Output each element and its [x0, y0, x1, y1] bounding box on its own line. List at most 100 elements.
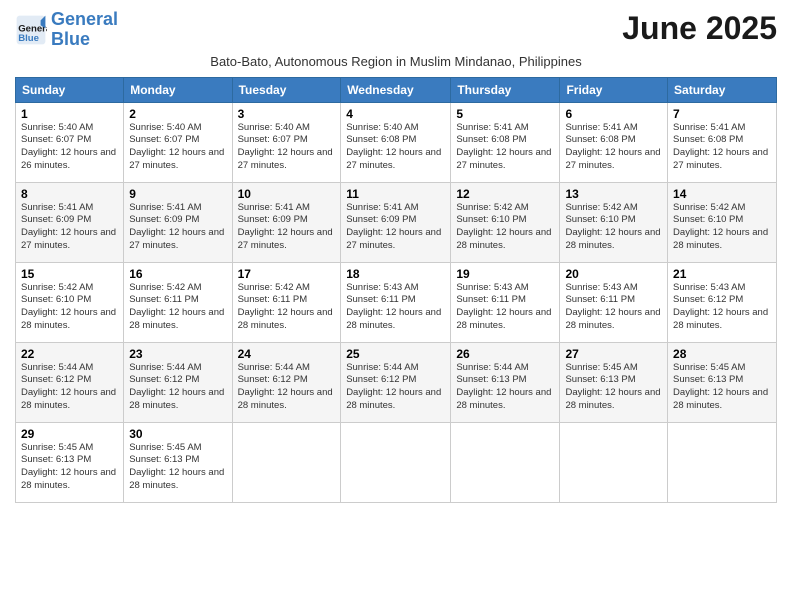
day-number: 24: [238, 347, 336, 361]
day-number: 7: [673, 107, 771, 121]
logo: General Blue General Blue: [15, 10, 118, 50]
day-info: Sunrise: 5:40 AM Sunset: 6:07 PM Dayligh…: [21, 122, 118, 173]
day-number: 28: [673, 347, 771, 361]
day-number: 12: [456, 187, 554, 201]
table-row: 5 Sunrise: 5:41 AM Sunset: 6:08 PM Dayli…: [451, 102, 560, 182]
day-number: 23: [129, 347, 226, 361]
day-info: Sunrise: 5:41 AM Sunset: 6:09 PM Dayligh…: [129, 202, 226, 253]
table-row: 15 Sunrise: 5:42 AM Sunset: 6:10 PM Dayl…: [16, 262, 124, 342]
day-number: 27: [565, 347, 662, 361]
table-row: 29 Sunrise: 5:45 AM Sunset: 6:13 PM Dayl…: [16, 422, 124, 502]
table-row: 18 Sunrise: 5:43 AM Sunset: 6:11 PM Dayl…: [341, 262, 451, 342]
table-row: 25 Sunrise: 5:44 AM Sunset: 6:12 PM Dayl…: [341, 342, 451, 422]
table-row: [451, 422, 560, 502]
day-info: Sunrise: 5:45 AM Sunset: 6:13 PM Dayligh…: [129, 442, 226, 493]
day-info: Sunrise: 5:41 AM Sunset: 6:09 PM Dayligh…: [21, 202, 118, 253]
col-wednesday: Wednesday: [341, 77, 451, 102]
day-number: 20: [565, 267, 662, 281]
table-row: 2 Sunrise: 5:40 AM Sunset: 6:07 PM Dayli…: [124, 102, 232, 182]
table-row: 9 Sunrise: 5:41 AM Sunset: 6:09 PM Dayli…: [124, 182, 232, 262]
day-number: 6: [565, 107, 662, 121]
day-info: Sunrise: 5:41 AM Sunset: 6:09 PM Dayligh…: [346, 202, 445, 253]
day-info: Sunrise: 5:40 AM Sunset: 6:07 PM Dayligh…: [238, 122, 336, 173]
logo-blue: Blue: [51, 29, 90, 49]
day-info: Sunrise: 5:44 AM Sunset: 6:12 PM Dayligh…: [21, 362, 118, 413]
subtitle: Bato-Bato, Autonomous Region in Muslim M…: [15, 54, 777, 69]
day-info: Sunrise: 5:41 AM Sunset: 6:09 PM Dayligh…: [238, 202, 336, 253]
table-row: 10 Sunrise: 5:41 AM Sunset: 6:09 PM Dayl…: [232, 182, 341, 262]
day-info: Sunrise: 5:42 AM Sunset: 6:10 PM Dayligh…: [21, 282, 118, 333]
day-info: Sunrise: 5:40 AM Sunset: 6:07 PM Dayligh…: [129, 122, 226, 173]
table-row: [341, 422, 451, 502]
table-row: 20 Sunrise: 5:43 AM Sunset: 6:11 PM Dayl…: [560, 262, 668, 342]
day-number: 29: [21, 427, 118, 441]
calendar: Sunday Monday Tuesday Wednesday Thursday…: [15, 77, 777, 503]
day-info: Sunrise: 5:45 AM Sunset: 6:13 PM Dayligh…: [21, 442, 118, 493]
day-info: Sunrise: 5:42 AM Sunset: 6:10 PM Dayligh…: [456, 202, 554, 253]
table-row: [232, 422, 341, 502]
table-row: [560, 422, 668, 502]
day-number: 25: [346, 347, 445, 361]
day-info: Sunrise: 5:41 AM Sunset: 6:08 PM Dayligh…: [565, 122, 662, 173]
day-number: 4: [346, 107, 445, 121]
table-row: 3 Sunrise: 5:40 AM Sunset: 6:07 PM Dayli…: [232, 102, 341, 182]
day-number: 9: [129, 187, 226, 201]
day-number: 17: [238, 267, 336, 281]
table-row: 21 Sunrise: 5:43 AM Sunset: 6:12 PM Dayl…: [668, 262, 777, 342]
table-row: 24 Sunrise: 5:44 AM Sunset: 6:12 PM Dayl…: [232, 342, 341, 422]
logo-general: General: [51, 9, 118, 29]
day-info: Sunrise: 5:42 AM Sunset: 6:10 PM Dayligh…: [673, 202, 771, 253]
month-title: June 2025: [622, 10, 777, 47]
day-info: Sunrise: 5:44 AM Sunset: 6:12 PM Dayligh…: [346, 362, 445, 413]
table-row: 26 Sunrise: 5:44 AM Sunset: 6:13 PM Dayl…: [451, 342, 560, 422]
day-info: Sunrise: 5:45 AM Sunset: 6:13 PM Dayligh…: [673, 362, 771, 413]
col-sunday: Sunday: [16, 77, 124, 102]
table-row: 23 Sunrise: 5:44 AM Sunset: 6:12 PM Dayl…: [124, 342, 232, 422]
col-tuesday: Tuesday: [232, 77, 341, 102]
day-info: Sunrise: 5:42 AM Sunset: 6:11 PM Dayligh…: [129, 282, 226, 333]
table-row: 4 Sunrise: 5:40 AM Sunset: 6:08 PM Dayli…: [341, 102, 451, 182]
day-number: 13: [565, 187, 662, 201]
day-number: 10: [238, 187, 336, 201]
day-number: 2: [129, 107, 226, 121]
table-row: 14 Sunrise: 5:42 AM Sunset: 6:10 PM Dayl…: [668, 182, 777, 262]
day-info: Sunrise: 5:40 AM Sunset: 6:08 PM Dayligh…: [346, 122, 445, 173]
day-info: Sunrise: 5:45 AM Sunset: 6:13 PM Dayligh…: [565, 362, 662, 413]
table-row: 1 Sunrise: 5:40 AM Sunset: 6:07 PM Dayli…: [16, 102, 124, 182]
day-number: 5: [456, 107, 554, 121]
table-row: 13 Sunrise: 5:42 AM Sunset: 6:10 PM Dayl…: [560, 182, 668, 262]
logo-icon: General Blue: [15, 14, 47, 46]
logo-text: General Blue: [51, 10, 118, 50]
day-number: 15: [21, 267, 118, 281]
table-row: 28 Sunrise: 5:45 AM Sunset: 6:13 PM Dayl…: [668, 342, 777, 422]
table-row: 30 Sunrise: 5:45 AM Sunset: 6:13 PM Dayl…: [124, 422, 232, 502]
col-friday: Friday: [560, 77, 668, 102]
day-number: 14: [673, 187, 771, 201]
header: General Blue General Blue June 2025: [15, 10, 777, 50]
day-number: 1: [21, 107, 118, 121]
calendar-header-row: Sunday Monday Tuesday Wednesday Thursday…: [16, 77, 777, 102]
table-row: [668, 422, 777, 502]
day-info: Sunrise: 5:43 AM Sunset: 6:11 PM Dayligh…: [456, 282, 554, 333]
table-row: 16 Sunrise: 5:42 AM Sunset: 6:11 PM Dayl…: [124, 262, 232, 342]
day-info: Sunrise: 5:43 AM Sunset: 6:11 PM Dayligh…: [346, 282, 445, 333]
day-number: 8: [21, 187, 118, 201]
day-number: 26: [456, 347, 554, 361]
day-number: 16: [129, 267, 226, 281]
day-info: Sunrise: 5:43 AM Sunset: 6:12 PM Dayligh…: [673, 282, 771, 333]
col-monday: Monday: [124, 77, 232, 102]
day-number: 22: [21, 347, 118, 361]
day-info: Sunrise: 5:41 AM Sunset: 6:08 PM Dayligh…: [456, 122, 554, 173]
table-row: 17 Sunrise: 5:42 AM Sunset: 6:11 PM Dayl…: [232, 262, 341, 342]
table-row: 27 Sunrise: 5:45 AM Sunset: 6:13 PM Dayl…: [560, 342, 668, 422]
day-info: Sunrise: 5:44 AM Sunset: 6:12 PM Dayligh…: [129, 362, 226, 413]
day-info: Sunrise: 5:42 AM Sunset: 6:11 PM Dayligh…: [238, 282, 336, 333]
col-saturday: Saturday: [668, 77, 777, 102]
day-number: 11: [346, 187, 445, 201]
day-info: Sunrise: 5:43 AM Sunset: 6:11 PM Dayligh…: [565, 282, 662, 333]
day-info: Sunrise: 5:44 AM Sunset: 6:13 PM Dayligh…: [456, 362, 554, 413]
day-number: 19: [456, 267, 554, 281]
day-info: Sunrise: 5:44 AM Sunset: 6:12 PM Dayligh…: [238, 362, 336, 413]
table-row: 6 Sunrise: 5:41 AM Sunset: 6:08 PM Dayli…: [560, 102, 668, 182]
table-row: 22 Sunrise: 5:44 AM Sunset: 6:12 PM Dayl…: [16, 342, 124, 422]
